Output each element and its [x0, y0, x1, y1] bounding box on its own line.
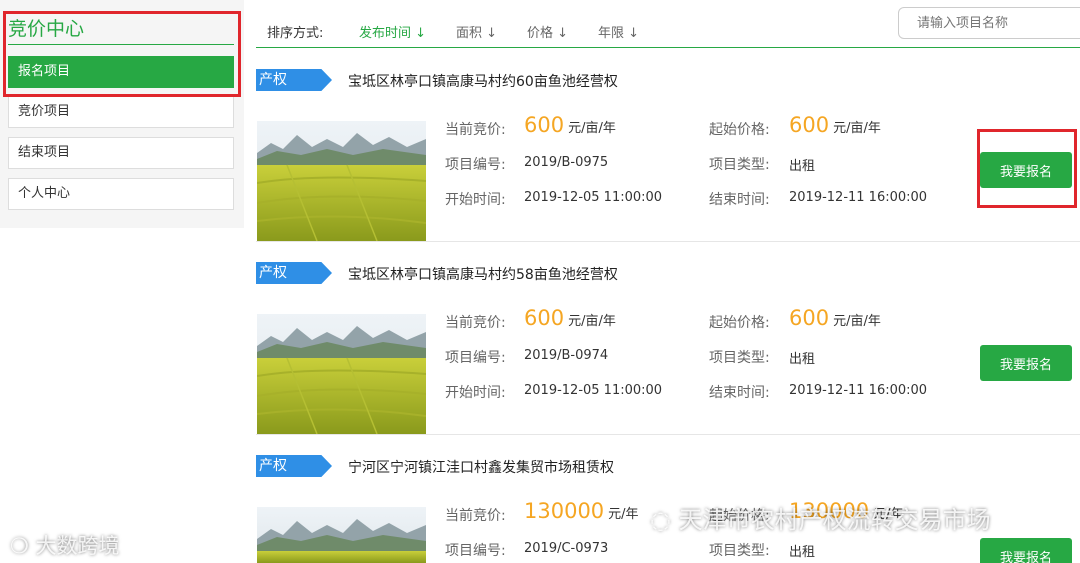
sort-bar: 排序方式: 发布时间 ↓ 面积 ↓ 价格 ↓ 年限 ↓	[256, 0, 1080, 48]
current-bid-label: 当前竞价:	[445, 508, 506, 524]
sort-option-publish-time[interactable]: 发布时间 ↓	[359, 22, 426, 41]
project-no-label: 项目编号:	[445, 157, 506, 173]
listing-card: 产权 宝坻区林亭口镇高康马村约60亩鱼池经营权 当前竞价: 600 元/亩/年 起…	[256, 49, 1080, 242]
start-price-label: 起始价格:	[709, 315, 770, 331]
start-time-label: 开始时间:	[445, 385, 506, 401]
watermark-right: ◌ 天津市农村产权流转交易市场	[650, 506, 991, 534]
listing-thumbnail-image[interactable]	[257, 121, 426, 241]
sort-option-term[interactable]: 年限 ↓	[598, 22, 639, 41]
end-time-label: 结束时间:	[709, 385, 770, 401]
sidebar-item-finished[interactable]: 结束项目	[8, 137, 234, 169]
listing-title[interactable]: 宁河区宁河镇江洼口村鑫发集贸市场租赁权	[348, 457, 614, 477]
category-tag: 产权	[256, 69, 332, 91]
listing-thumbnail-image[interactable]	[257, 507, 426, 563]
project-type-label: 项目类型:	[709, 543, 770, 559]
sort-option-area[interactable]: 面积 ↓	[456, 22, 497, 41]
wechat-icon: ◌	[650, 506, 671, 534]
project-no-value: 2019/B-0975	[524, 155, 609, 170]
apply-button[interactable]: 我要报名	[980, 538, 1072, 563]
project-type-value: 出租	[789, 352, 816, 367]
end-time-value: 2019-12-11 16:00:00	[789, 190, 928, 205]
annotation-highlight-box	[3, 11, 241, 97]
category-tag: 产权	[256, 262, 332, 284]
project-no-label: 项目编号:	[445, 350, 506, 366]
current-bid-value: 600 元/亩/年	[524, 113, 616, 137]
project-no-label: 项目编号:	[445, 543, 506, 559]
end-time-label: 结束时间:	[709, 192, 770, 208]
listing-card: 产权 宝坻区林亭口镇高康马村约58亩鱼池经营权 当前竞价: 600 元/亩/年 起…	[256, 242, 1080, 435]
start-time-label: 开始时间:	[445, 192, 506, 208]
current-bid-value: 130000 元/年	[524, 499, 639, 523]
listing-thumbnail-image[interactable]	[257, 314, 426, 434]
sidebar-item-personal[interactable]: 个人中心	[8, 178, 234, 210]
category-tag: 产权	[256, 455, 332, 477]
sort-label: 排序方式:	[267, 26, 324, 41]
current-bid-label: 当前竞价:	[445, 122, 506, 138]
search-input[interactable]	[898, 7, 1080, 39]
end-time-value: 2019-12-11 16:00:00	[789, 383, 928, 398]
start-time-value: 2019-12-05 11:00:00	[524, 383, 663, 398]
sort-option-price[interactable]: 价格 ↓	[527, 22, 568, 41]
listing-title[interactable]: 宝坻区林亭口镇高康马村约60亩鱼池经营权	[348, 71, 618, 91]
start-price-value: 600 元/亩/年	[789, 306, 881, 330]
project-type-label: 项目类型:	[709, 350, 770, 366]
sidebar-item-bidding[interactable]: 竞价项目	[8, 96, 234, 128]
start-price-value: 600 元/亩/年	[789, 113, 881, 137]
chat-bubble-icon: ❍	[10, 534, 29, 558]
annotation-highlight-box	[977, 129, 1077, 208]
watermark-left: ❍ 大数跨境	[10, 534, 120, 558]
start-price-label: 起始价格:	[709, 122, 770, 138]
apply-button[interactable]: 我要报名	[980, 345, 1072, 381]
project-type-value: 出租	[789, 545, 816, 560]
current-bid-value: 600 元/亩/年	[524, 306, 616, 330]
listing-title[interactable]: 宝坻区林亭口镇高康马村约58亩鱼池经营权	[348, 264, 618, 284]
project-type-label: 项目类型:	[709, 157, 770, 173]
project-type-value: 出租	[789, 159, 816, 174]
listing-card: 产权 宁河区宁河镇江洼口村鑫发集贸市场租赁权 当前竞价: 130000 元/年 起…	[256, 435, 1080, 563]
current-bid-label: 当前竞价:	[445, 315, 506, 331]
project-no-value: 2019/C-0973	[524, 541, 609, 556]
project-no-value: 2019/B-0974	[524, 348, 609, 363]
start-time-value: 2019-12-05 11:00:00	[524, 190, 663, 205]
